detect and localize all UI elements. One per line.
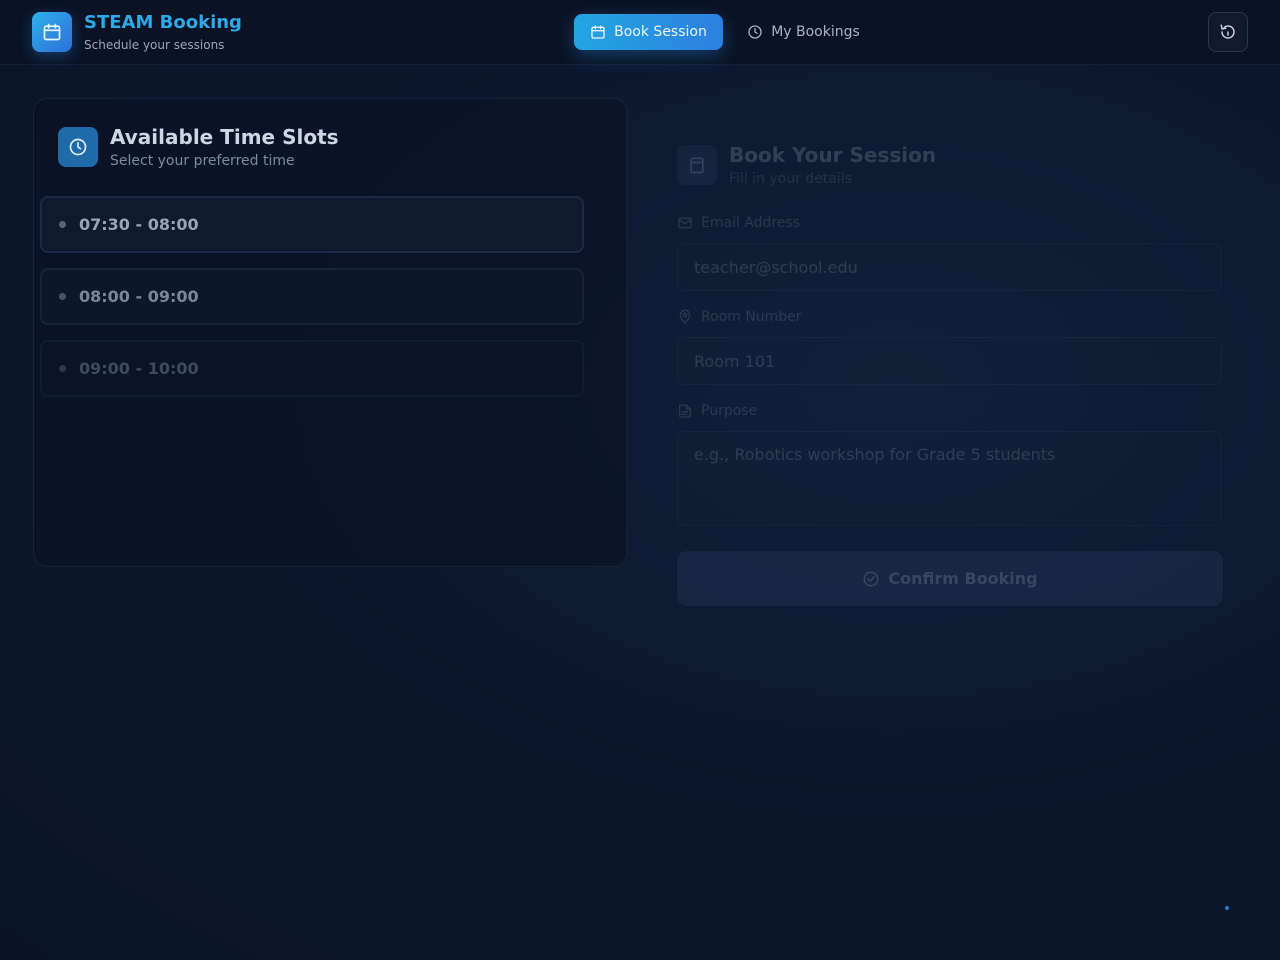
time-slot[interactable]: 08:00 - 09:00 — [40, 268, 584, 325]
calendar-icon — [43, 23, 61, 41]
purpose-textarea[interactable]: e.g., Robotics workshop for Grade 5 stud… — [677, 431, 1222, 526]
slots-subtitle: Select your preferred time — [110, 153, 295, 169]
slots-title: Available Time Slots — [110, 125, 339, 149]
email-label: Email Address — [677, 215, 800, 231]
form-header-icon — [677, 145, 717, 185]
logo — [32, 12, 72, 52]
app-subtitle: Schedule your sessions — [84, 38, 225, 52]
room-placeholder: Room 101 — [694, 351, 776, 371]
slot-status-dot — [59, 293, 66, 300]
slot-status-dot — [59, 365, 66, 372]
slot-time: 07:30 - 08:00 — [79, 215, 199, 234]
email-field[interactable]: teacher@school.edu — [677, 243, 1222, 291]
slot-status-dot — [59, 221, 66, 228]
form-title: Book Your Session — [729, 143, 937, 167]
check-circle-icon — [863, 571, 879, 586]
clock-icon — [69, 138, 87, 156]
email-label-text: Email Address — [701, 215, 801, 231]
confirm-booking-button[interactable]: Confirm Booking — [677, 551, 1223, 606]
room-label-text: Room Number — [701, 309, 802, 325]
tab-my-bookings[interactable]: My Bookings — [735, 14, 872, 50]
map-pin-icon — [679, 309, 691, 324]
room-label: Room Number — [677, 309, 802, 325]
purpose-label-text: Purpose — [701, 403, 758, 419]
purpose-placeholder: e.g., Robotics workshop for Grade 5 stud… — [694, 445, 1056, 464]
time-slot[interactable]: 07:30 - 08:00 — [40, 196, 584, 253]
room-number-field[interactable]: Room 101 — [677, 337, 1222, 385]
calendar-icon — [690, 157, 704, 174]
refresh-button[interactable] — [1208, 12, 1248, 52]
top-header: STEAM Booking Schedule your sessions Boo… — [0, 0, 1280, 65]
calendar-icon — [591, 25, 605, 39]
tab-label: My Bookings — [771, 24, 860, 40]
tab-book-session[interactable]: Book Session — [574, 14, 723, 50]
confirm-booking-label: Confirm Booking — [888, 569, 1038, 588]
slots-header-icon — [58, 127, 98, 167]
booking-form-panel: Book Your Session Fill in your details E… — [646, 115, 1246, 635]
time-slots-panel: Available Time Slots Select your preferr… — [33, 98, 627, 567]
form-subtitle: Fill in your details — [729, 171, 852, 187]
refresh-icon — [1220, 24, 1235, 39]
mail-icon — [678, 217, 692, 229]
purpose-label: Purpose — [677, 403, 757, 419]
tab-label: Book Session — [614, 24, 707, 40]
email-placeholder: teacher@school.edu — [694, 257, 858, 277]
slot-time: 08:00 - 09:00 — [79, 287, 199, 306]
time-slot[interactable]: 09:00 - 10:00 — [40, 340, 584, 397]
decorative-dot — [1225, 906, 1229, 910]
document-icon — [679, 404, 691, 418]
app-title: STEAM Booking — [84, 12, 242, 33]
clock-icon — [748, 25, 762, 39]
slot-time: 09:00 - 10:00 — [79, 359, 199, 378]
